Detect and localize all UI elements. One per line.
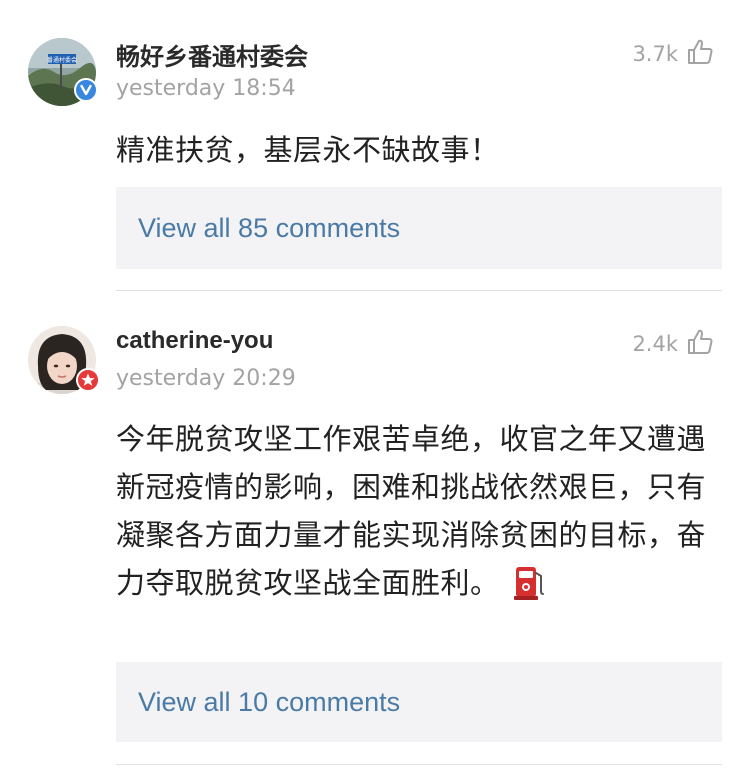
thumbs-up-icon [686,328,714,360]
post-text: 今年脱贫攻坚工作艰苦卓绝，收官之年又遭遇新冠疫情的影响，困难和挑战依然艰巨，只有… [116,415,708,615]
avatar-sign: 番通村委会 [47,56,77,64]
post-text: 精准扶贫，基层永不缺故事！ [116,133,500,167]
view-all-comments-link[interactable]: View all 85 comments [138,213,400,244]
like-button[interactable]: 2.4k [632,328,714,360]
username[interactable]: 畅好乡番通村委会 [116,37,308,72]
comments-panel: View all 10 comments [116,662,722,742]
view-all-comments-link[interactable]: View all 10 comments [138,687,400,718]
username[interactable]: catherine-you [116,327,273,355]
verified-badge-icon [74,78,98,102]
divider [116,764,722,765]
timestamp: yesterday 20:29 [116,366,296,391]
divider [116,290,722,291]
post-text-content: 今年脱贫攻坚工作艰苦卓绝，收官之年又遭遇新冠疫情的影响，困难和挑战依然艰巨，只有… [116,422,707,600]
fuel-pump-icon [513,563,547,615]
comments-panel: View all 85 comments [116,187,722,269]
like-count: 3.7k [632,42,678,66]
thumbs-up-icon [686,38,714,70]
timestamp: yesterday 18:54 [116,76,296,101]
like-count: 2.4k [632,332,678,356]
star-badge-icon [76,368,100,392]
like-button[interactable]: 3.7k [632,38,714,70]
